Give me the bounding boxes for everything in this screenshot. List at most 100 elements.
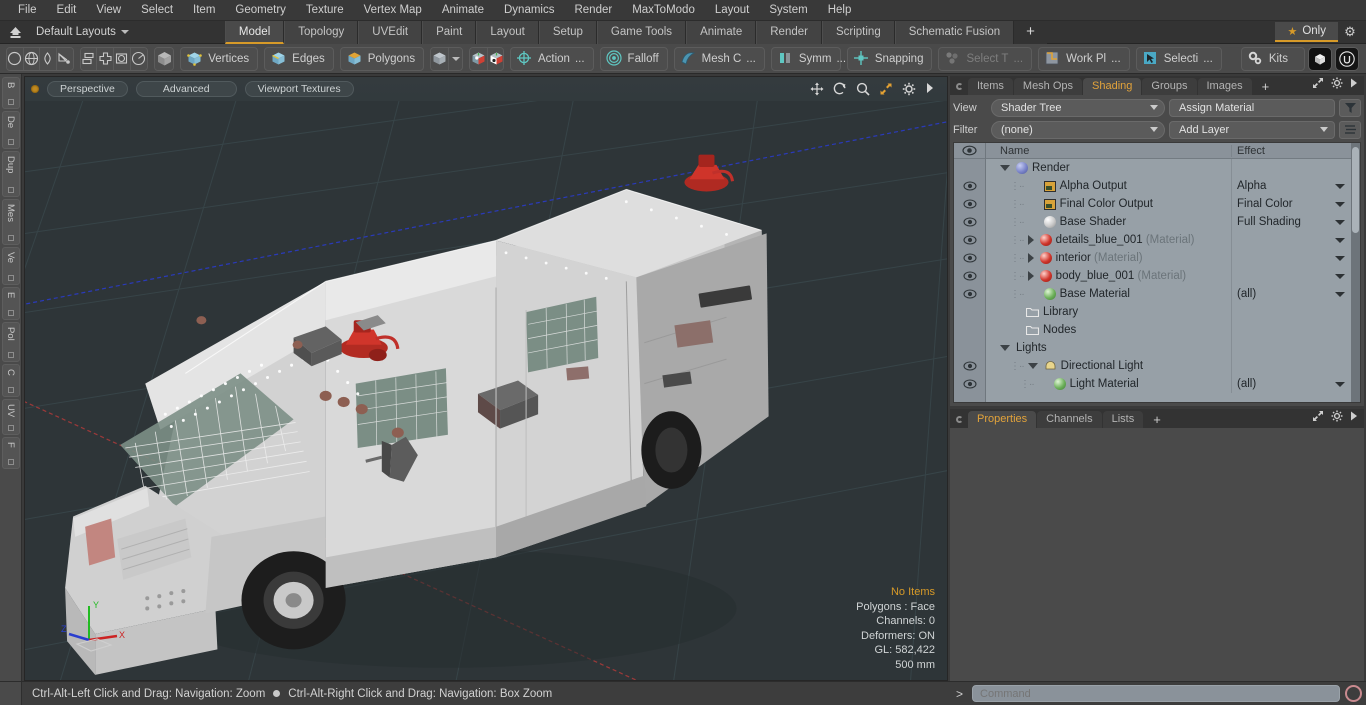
tree-row[interactable]: Library bbox=[986, 303, 1351, 321]
tree-row-effect-cell[interactable]: (all) bbox=[1231, 375, 1351, 393]
twisty-open-icon[interactable] bbox=[1027, 363, 1038, 369]
left-strip-item-falloff[interactable]: F bbox=[1, 437, 20, 469]
zoom-icon[interactable] bbox=[856, 82, 870, 96]
circle-tool-icon[interactable] bbox=[7, 47, 24, 70]
tab-mesh-ops[interactable]: Mesh Ops bbox=[1013, 78, 1083, 95]
record-circle-icon[interactable] bbox=[1345, 685, 1362, 702]
action-center-button[interactable]: Action ... bbox=[509, 46, 594, 71]
left-strip-item-curve[interactable]: C bbox=[1, 364, 20, 397]
tab-shading[interactable]: Shading bbox=[1083, 78, 1142, 95]
element-mode-icon[interactable] bbox=[488, 47, 503, 70]
menu-item-item[interactable]: Item bbox=[183, 0, 225, 21]
mode-edges-button[interactable]: Edges bbox=[264, 46, 334, 71]
panel-menu-dot-icon[interactable] bbox=[956, 416, 963, 423]
view-dropdown[interactable]: Shader Tree bbox=[991, 98, 1165, 117]
tab-layout[interactable]: Layout bbox=[476, 20, 539, 44]
menu-item-vertex-map[interactable]: Vertex Map bbox=[354, 0, 432, 21]
item-cube-icon[interactable] bbox=[431, 47, 450, 70]
viewport-advanced-button[interactable]: Advanced bbox=[135, 81, 237, 97]
tree-row[interactable]: Lights bbox=[986, 339, 1351, 357]
menu-item-texture[interactable]: Texture bbox=[296, 0, 354, 21]
tree-row-effect-cell[interactable] bbox=[1231, 159, 1351, 177]
modo-logo-icon[interactable] bbox=[1308, 46, 1332, 71]
tab-groups[interactable]: Groups bbox=[1142, 78, 1197, 95]
menu-item-select[interactable]: Select bbox=[131, 0, 183, 21]
move-icon[interactable] bbox=[810, 82, 824, 96]
tree-row[interactable]: ⋮·· interior (Material) bbox=[986, 249, 1351, 267]
tree-row[interactable]: ⋮·· Final Color Output Final Color bbox=[986, 195, 1351, 213]
symmetry-button[interactable]: Symm ... bbox=[770, 46, 846, 71]
bounding-box-icon[interactable] bbox=[114, 47, 131, 70]
visibility-eye-icon[interactable] bbox=[954, 231, 985, 249]
center-mode-icon[interactable] bbox=[470, 47, 489, 70]
left-strip-item-basic[interactable]: B bbox=[1, 77, 20, 109]
scrollbar-thumb[interactable] bbox=[1352, 147, 1359, 233]
tab-model[interactable]: Model bbox=[224, 20, 285, 44]
tree-row-effect-cell[interactable] bbox=[1231, 231, 1351, 249]
twisty-closed-icon[interactable] bbox=[1027, 253, 1034, 263]
twisty-open-icon[interactable] bbox=[1000, 345, 1010, 351]
add-properties-tab-button[interactable]: + bbox=[1144, 411, 1170, 428]
kits-button[interactable]: Kits bbox=[1240, 46, 1305, 71]
snapping-button[interactable]: Snapping bbox=[846, 46, 933, 71]
left-strip-item-uv[interactable]: UV bbox=[1, 399, 20, 435]
chevron-down-icon[interactable] bbox=[1335, 219, 1345, 225]
only-toggle-button[interactable]: ★ Only bbox=[1275, 22, 1338, 42]
radial-icon[interactable] bbox=[130, 47, 147, 70]
command-input[interactable] bbox=[972, 685, 1340, 702]
tab-items[interactable]: Items bbox=[968, 78, 1013, 95]
visibility-eye-icon[interactable] bbox=[954, 249, 985, 267]
center-tool-icon[interactable] bbox=[97, 47, 115, 70]
menu-item-system[interactable]: System bbox=[759, 0, 817, 21]
list-options-icon[interactable] bbox=[1339, 120, 1361, 139]
viewport-3d[interactable]: Perspective Advanced Viewport Textures Y… bbox=[24, 76, 948, 681]
menu-item-dynamics[interactable]: Dynamics bbox=[494, 0, 564, 21]
tree-row[interactable]: ⋮·· Base Shader Full Shading bbox=[986, 213, 1351, 231]
chevron-down-icon[interactable] bbox=[1335, 381, 1345, 387]
left-strip-item-polygon[interactable]: Pol bbox=[1, 322, 20, 362]
shader-tree[interactable]: Name Effect Render ⋮·· Alpha Output Alpha ⋮·… bbox=[953, 142, 1361, 403]
pen-tool-icon[interactable] bbox=[40, 47, 57, 70]
tree-row-effect-cell[interactable] bbox=[1231, 267, 1351, 285]
chevron-down-icon[interactable] bbox=[449, 47, 463, 70]
add-layer-dropdown[interactable]: Add Layer bbox=[1169, 120, 1335, 139]
select-through-button[interactable]: Select T ... bbox=[938, 46, 1033, 71]
expand-icon[interactable] bbox=[1312, 410, 1324, 425]
layout-selector[interactable]: Default Layouts bbox=[26, 26, 135, 38]
tree-row-effect-cell[interactable]: Full Shading bbox=[1231, 213, 1351, 231]
rotate-icon[interactable] bbox=[833, 82, 847, 96]
mode-polygons-button[interactable]: Polygons bbox=[339, 46, 425, 71]
viewport-perspective-button[interactable]: Perspective bbox=[47, 81, 128, 97]
tree-row[interactable]: ⋮·· Alpha Output Alpha bbox=[986, 177, 1351, 195]
align-tool-icon[interactable] bbox=[80, 47, 98, 70]
visibility-eye-icon[interactable] bbox=[954, 195, 985, 213]
twisty-open-icon[interactable] bbox=[1000, 165, 1010, 171]
tab-uvedit[interactable]: UVEdit bbox=[358, 20, 423, 44]
chevron-down-icon[interactable] bbox=[1335, 255, 1345, 261]
mesh-constraint-button[interactable]: Mesh C ... bbox=[673, 46, 765, 71]
tree-row[interactable]: ⋮·· details_blue_001 (Material) bbox=[986, 231, 1351, 249]
tree-row[interactable]: ⋮·· body_blue_001 (Material) bbox=[986, 267, 1351, 285]
sphere-tool-icon[interactable] bbox=[23, 47, 41, 70]
chevron-down-icon[interactable] bbox=[1335, 201, 1345, 207]
twisty-closed-icon[interactable] bbox=[1027, 235, 1034, 245]
chevron-right-icon[interactable] bbox=[925, 82, 939, 96]
tree-row-effect-cell[interactable] bbox=[1231, 249, 1351, 267]
expand-icon[interactable] bbox=[1312, 77, 1324, 92]
curve-tool-icon[interactable] bbox=[56, 47, 73, 70]
tab-render[interactable]: Render bbox=[756, 20, 822, 44]
tree-row[interactable]: Nodes bbox=[986, 321, 1351, 339]
add-tab-button[interactable]: + bbox=[1014, 20, 1047, 44]
tab-animate[interactable]: Animate bbox=[686, 20, 757, 44]
assign-material-field[interactable]: Assign Material bbox=[1169, 98, 1335, 117]
gear-icon[interactable]: ⚙ bbox=[1338, 24, 1362, 40]
chevron-down-icon[interactable] bbox=[1335, 291, 1345, 297]
tree-row-effect-cell[interactable] bbox=[1231, 357, 1351, 375]
viewport-textures-button[interactable]: Viewport Textures bbox=[244, 81, 354, 97]
mode-vertices-button[interactable]: Vertices bbox=[180, 46, 259, 71]
cube-icon[interactable] bbox=[154, 47, 174, 70]
menu-item-geometry[interactable]: Geometry bbox=[225, 0, 296, 21]
filter-funnel-icon[interactable] bbox=[1339, 98, 1361, 117]
tree-row-effect-cell[interactable]: Final Color bbox=[1231, 195, 1351, 213]
visibility-eye-icon[interactable] bbox=[954, 267, 985, 285]
